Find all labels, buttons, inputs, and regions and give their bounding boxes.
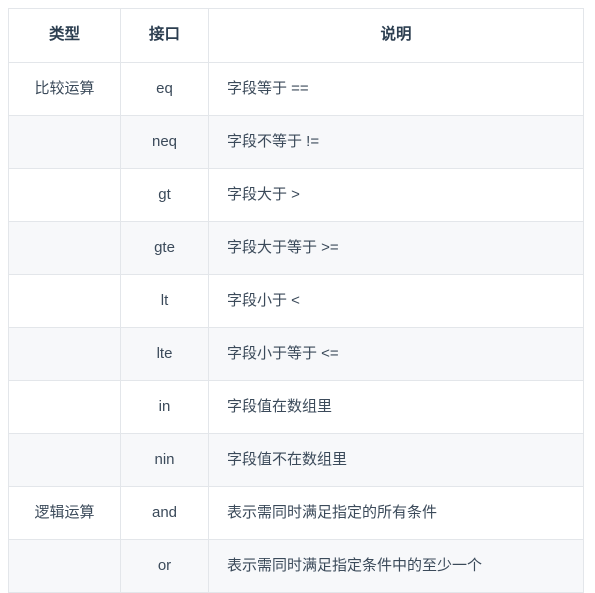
table-row: gt 字段大于 > [8,168,584,222]
cell-api: or [120,539,209,593]
cell-description: 字段小于 < [208,274,584,328]
cell-api: nin [120,433,209,487]
cell-description: 字段等于 == [208,62,584,116]
cell-api: eq [120,62,209,116]
cell-type [8,115,121,169]
cell-api: in [120,380,209,434]
cell-api: gte [120,221,209,275]
cell-type [8,168,121,222]
cell-type [8,274,121,328]
column-header-api: 接口 [120,8,209,63]
cell-type [8,433,121,487]
column-header-description: 说明 [208,8,584,63]
cell-api: and [120,486,209,540]
cell-type: 逻辑运算 [8,486,121,540]
cell-description: 字段大于等于 >= [208,221,584,275]
table-header-row: 类型 接口 说明 [8,8,584,63]
operators-table-container: 类型 接口 说明 比较运算 eq 字段等于 == neq 字段不等于 != gt 字段大于 … [0,0,595,593]
cell-description: 字段大于 > [208,168,584,222]
cell-description: 字段小于等于 <= [208,327,584,381]
cell-description: 字段不等于 != [208,115,584,169]
table-body: 比较运算 eq 字段等于 == neq 字段不等于 != gt 字段大于 > gte 字段大于等… [8,62,584,593]
table-row: lte 字段小于等于 <= [8,327,584,381]
query-operators-table: 类型 接口 说明 比较运算 eq 字段等于 == neq 字段不等于 != gt 字段大于 … [8,8,584,593]
cell-description: 字段值不在数组里 [208,433,584,487]
table-row: in 字段值在数组里 [8,380,584,434]
table-row: nin 字段值不在数组里 [8,433,584,487]
cell-api: neq [120,115,209,169]
table-row: 逻辑运算 and 表示需同时满足指定的所有条件 [8,486,584,540]
cell-type [8,380,121,434]
cell-api: lte [120,327,209,381]
cell-description: 字段值在数组里 [208,380,584,434]
table-row: gte 字段大于等于 >= [8,221,584,275]
cell-type [8,539,121,593]
cell-type [8,221,121,275]
cell-type [8,327,121,381]
cell-description: 表示需同时满足指定条件中的至少一个 [208,539,584,593]
table-row: or 表示需同时满足指定条件中的至少一个 [8,539,584,593]
cell-type: 比较运算 [8,62,121,116]
column-header-type: 类型 [8,8,121,63]
table-row: lt 字段小于 < [8,274,584,328]
cell-api: lt [120,274,209,328]
cell-api: gt [120,168,209,222]
table-header: 类型 接口 说明 [8,8,584,63]
table-row: 比较运算 eq 字段等于 == [8,62,584,116]
table-row: neq 字段不等于 != [8,115,584,169]
cell-description: 表示需同时满足指定的所有条件 [208,486,584,540]
